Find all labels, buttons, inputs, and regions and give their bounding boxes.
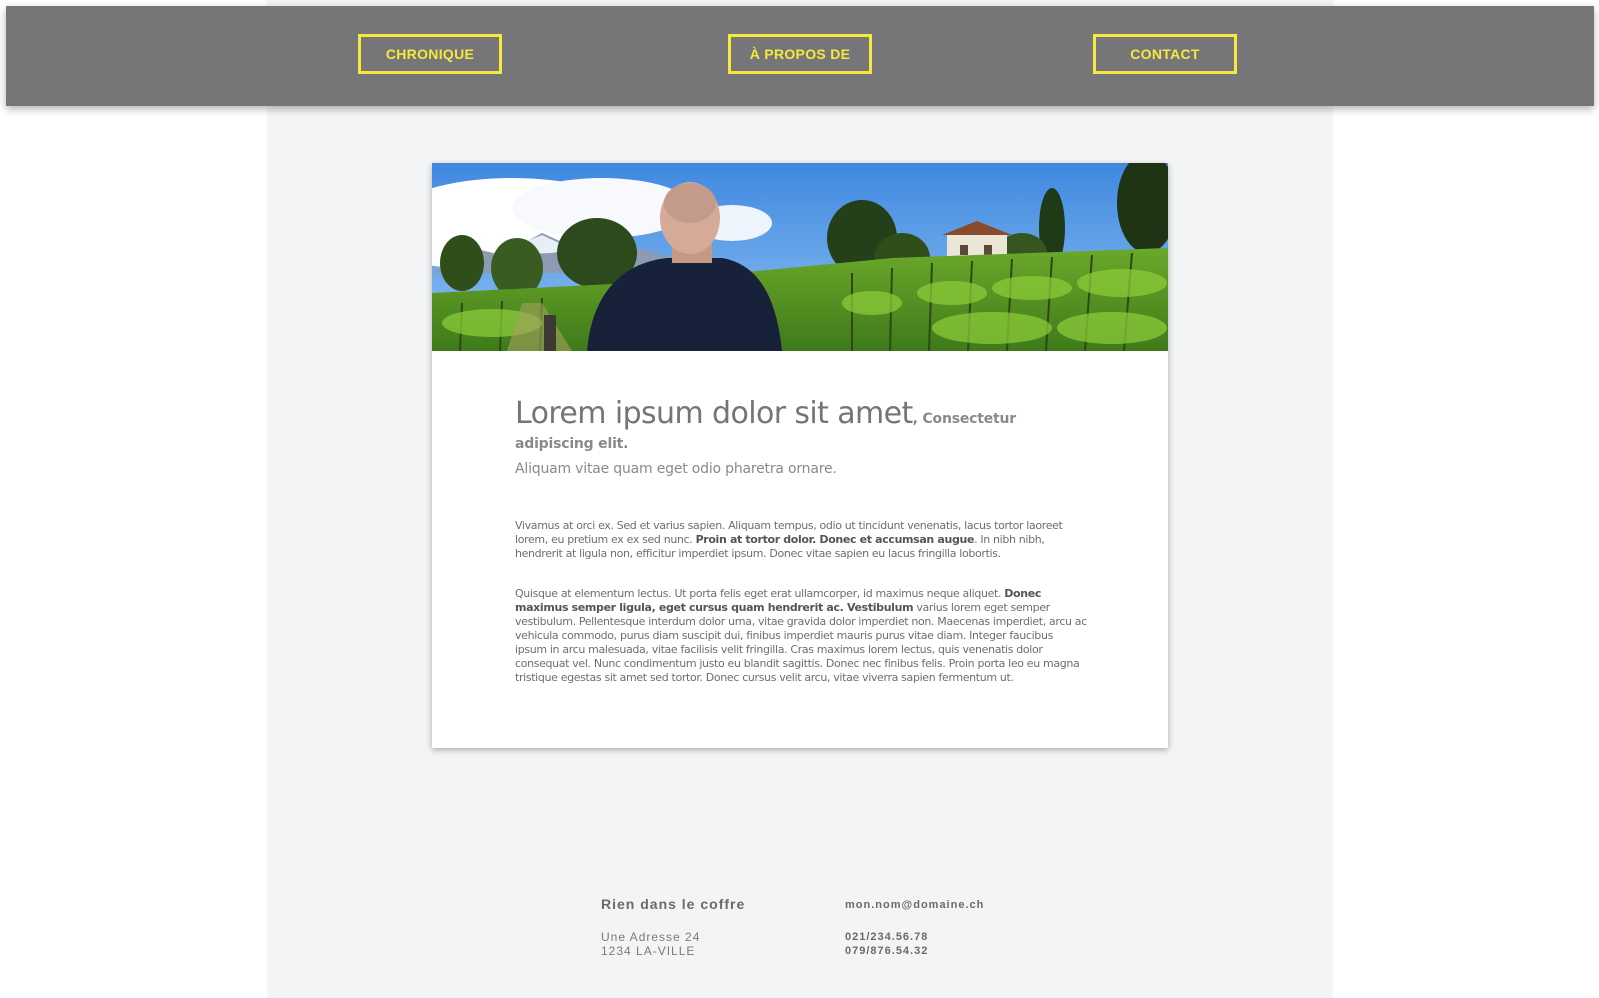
footer-address-line-1: Une Adresse 24 <box>601 930 701 944</box>
nav-contact-button[interactable]: CONTACT <box>1093 34 1237 74</box>
footer-phones: 021/234.56.78 079/876.54.32 <box>845 930 928 958</box>
hero-vineyard-image <box>432 163 1168 351</box>
article-title: Lorem ipsum dolor sit amet, Consectetur … <box>515 399 1087 453</box>
nav-about-button[interactable]: À PROPOS DE <box>728 34 872 74</box>
page: CHRONIQUE À PROPOS DE CONTACT Lorem ipsu… <box>0 0 1599 998</box>
paragraph-2-text-a: Quisque at elementum lectus. Ut porta fe… <box>515 587 1005 600</box>
footer-site-name: Rien dans le coffre <box>601 896 746 912</box>
footer-phone-2[interactable]: 079/876.54.32 <box>845 944 928 958</box>
footer-email-link[interactable]: mon.nom@domaine.ch <box>845 899 984 911</box>
article-title-main: Lorem ipsum dolor sit amet <box>515 396 913 431</box>
article-card: Lorem ipsum dolor sit amet, Consectetur … <box>432 163 1168 748</box>
footer-phone-1[interactable]: 021/234.56.78 <box>845 930 928 944</box>
paragraph-1-bold: Proin at tortor dolor. Donec et accumsan… <box>695 533 975 546</box>
article-paragraph-2: Quisque at elementum lectus. Ut porta fe… <box>515 587 1087 685</box>
article-text: Lorem ipsum dolor sit amet, Consectetur … <box>515 399 1087 685</box>
article-paragraph-1: Vivamus at orci ex. Sed et varius sapien… <box>515 519 1087 561</box>
footer-address-line-2: 1234 LA-VILLE <box>601 944 696 958</box>
article-subtitle: Aliquam vitae quam eget odio pharetra or… <box>515 461 837 477</box>
footer-address: Une Adresse 24 1234 LA-VILLE <box>601 930 700 958</box>
nav-chronique-button[interactable]: CHRONIQUE <box>358 34 502 74</box>
top-navigation-bar: CHRONIQUE À PROPOS DE CONTACT <box>6 6 1594 106</box>
